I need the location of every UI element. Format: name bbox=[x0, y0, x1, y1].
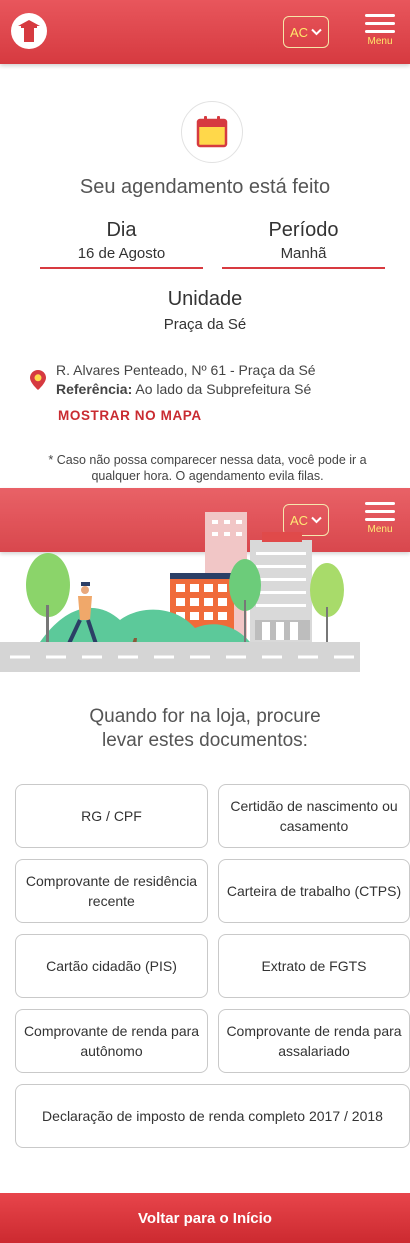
document-card[interactable]: Carteira de trabalho (CTPS) bbox=[218, 859, 410, 923]
reference-value: Ao lado da Subprefeitura Sé bbox=[135, 381, 312, 397]
document-card[interactable]: Comprovante de renda para assalariado bbox=[218, 1009, 410, 1073]
document-card[interactable]: RG / CPF bbox=[15, 784, 208, 848]
document-card[interactable]: Cartão cidadão (PIS) bbox=[15, 934, 208, 998]
period-info: Período Manhã bbox=[222, 219, 385, 269]
confirmation-title: Seu agendamento está feito bbox=[79, 176, 331, 198]
period-value: Manhã bbox=[280, 245, 327, 262]
document-card[interactable]: Certidão de nascimento ou casamento bbox=[218, 784, 410, 848]
hamburger-icon bbox=[365, 14, 395, 17]
location-pin-icon bbox=[30, 370, 46, 390]
calendar-icon bbox=[196, 116, 228, 148]
hamburger-icon-bar bbox=[365, 22, 395, 25]
unit-label: Unidade bbox=[167, 288, 243, 310]
day-underline bbox=[40, 267, 203, 269]
state-select-value: AC bbox=[289, 24, 309, 40]
menu-label: Menu bbox=[367, 36, 393, 47]
unit-value: Praça da Sé bbox=[163, 316, 247, 333]
day-value: 16 de Agosto bbox=[77, 245, 166, 262]
state-select[interactable]: AC bbox=[283, 16, 329, 48]
chevron-down-icon bbox=[311, 28, 322, 36]
documents-title-line2: levar estes documentos: bbox=[102, 730, 308, 751]
top-header: AC Menu bbox=[0, 0, 410, 64]
schedule-note: * Caso não possa comparecer nessa data, … bbox=[48, 453, 367, 483]
document-card[interactable]: Declaração de imposto de renda completo … bbox=[15, 1084, 410, 1148]
show-map-link[interactable]: MOSTRAR NO MAPA bbox=[58, 408, 202, 423]
day-label: Dia bbox=[106, 219, 137, 241]
menu-button[interactable]: Menu bbox=[364, 14, 396, 52]
document-card[interactable]: Comprovante de renda para autônomo bbox=[15, 1009, 208, 1073]
calendar-badge bbox=[181, 101, 243, 163]
address-text: R. Alvares Penteado, Nº 61 - Praça da Sé bbox=[56, 362, 316, 378]
day-info: Dia 16 de Agosto bbox=[40, 219, 203, 269]
address-block: R. Alvares Penteado, Nº 61 - Praça da Sé… bbox=[56, 361, 316, 399]
logo[interactable] bbox=[11, 13, 47, 49]
city-illustration bbox=[0, 512, 360, 672]
reference-label: Referência: bbox=[56, 381, 133, 397]
unit-info: Unidade Praça da Sé bbox=[0, 288, 410, 333]
document-card[interactable]: Comprovante de residência recente bbox=[15, 859, 208, 923]
logo-icon bbox=[18, 20, 40, 42]
reference-line: Referência: Ao lado da Subprefeitura Sé bbox=[56, 380, 316, 399]
documents-title-line1: Quando for na loja, procure bbox=[89, 706, 321, 727]
back-to-home-button[interactable]: Voltar para o Início bbox=[0, 1193, 410, 1243]
hamburger-icon bbox=[365, 502, 395, 505]
period-underline bbox=[222, 267, 385, 269]
hamburger-icon-bar bbox=[365, 30, 395, 33]
document-card[interactable]: Extrato de FGTS bbox=[218, 934, 410, 998]
period-label: Período bbox=[268, 219, 339, 241]
documents-title: Quando for na loja, procure levar estes … bbox=[0, 705, 410, 753]
